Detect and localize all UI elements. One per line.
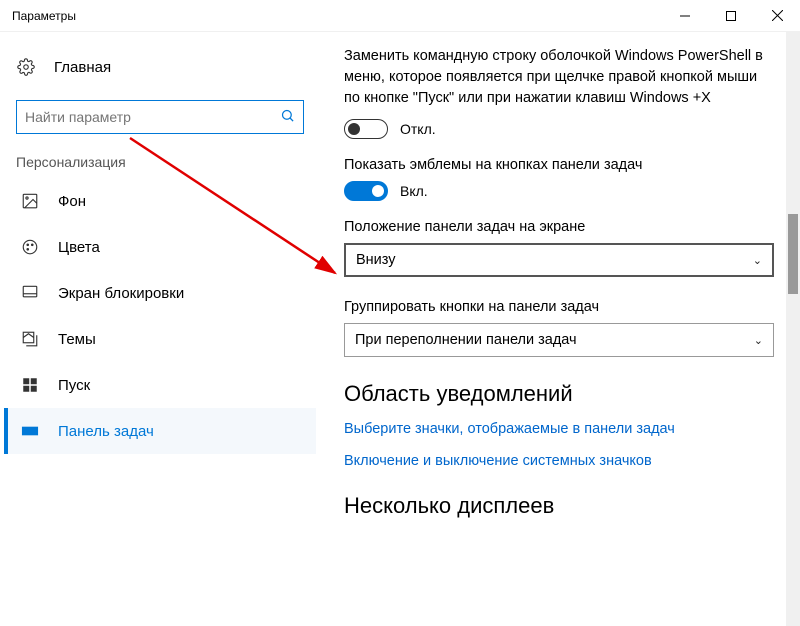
image-icon [20, 192, 40, 210]
group-value: При переполнении панели задач [355, 332, 577, 348]
start-icon [20, 376, 40, 394]
home-label: Главная [54, 59, 111, 76]
vertical-scrollbar[interactable] [786, 32, 800, 626]
powershell-toggle[interactable] [344, 119, 388, 139]
sidebar-item-label: Пуск [58, 377, 90, 394]
category-label: Персонализация [4, 154, 316, 178]
badges-label: Показать эмблемы на кнопках панели задач [344, 157, 794, 173]
sidebar-item-colors[interactable]: Цвета [4, 224, 316, 270]
scrollbar-thumb[interactable] [788, 214, 798, 294]
sidebar-item-label: Панель задач [58, 423, 154, 440]
powershell-description: Заменить командную строку оболочкой Wind… [344, 46, 774, 109]
link-system-icons[interactable]: Включение и выключение системных значков [344, 453, 794, 469]
toggle-off-label: Откл. [400, 121, 436, 137]
themes-icon [20, 330, 40, 348]
sidebar-item-label: Фон [58, 193, 86, 210]
position-label: Положение панели задач на экране [344, 219, 794, 235]
search-box[interactable] [16, 100, 304, 134]
content-area: Заменить командную строку оболочкой Wind… [320, 32, 800, 626]
gear-icon [16, 58, 36, 76]
titlebar: Параметры [0, 0, 800, 32]
chevron-down-icon: ⌄ [753, 254, 762, 267]
toggle-on-label: Вкл. [400, 183, 428, 199]
sidebar-item-lockscreen[interactable]: Экран блокировки [4, 270, 316, 316]
sidebar-item-label: Цвета [58, 239, 100, 256]
sidebar-item-label: Экран блокировки [58, 285, 184, 302]
link-select-icons[interactable]: Выберите значки, отображаемые в панели з… [344, 421, 794, 437]
sidebar-item-label: Темы [58, 331, 96, 348]
position-value: Внизу [356, 252, 396, 268]
search-icon [280, 108, 295, 126]
close-button[interactable] [754, 0, 800, 32]
search-input[interactable] [25, 109, 280, 125]
sidebar-item-themes[interactable]: Темы [4, 316, 316, 362]
palette-icon [20, 238, 40, 256]
lockscreen-icon [20, 284, 40, 302]
home-row[interactable]: Главная [4, 50, 316, 84]
maximize-button[interactable] [708, 0, 754, 32]
group-label: Группировать кнопки на панели задач [344, 299, 794, 315]
sidebar-item-taskbar[interactable]: Панель задач [4, 408, 316, 454]
multiple-displays-heading: Несколько дисплеев [344, 493, 794, 519]
position-dropdown[interactable]: Внизу ⌄ [344, 243, 774, 277]
chevron-down-icon: ⌄ [754, 334, 763, 347]
sidebar-item-start[interactable]: Пуск [4, 362, 316, 408]
sidebar: Главная Персонализация Фон Цвета Э [0, 32, 320, 626]
badges-toggle[interactable] [344, 181, 388, 201]
group-dropdown[interactable]: При переполнении панели задач ⌄ [344, 323, 774, 357]
notification-area-heading: Область уведомлений [344, 381, 794, 407]
minimize-button[interactable] [662, 0, 708, 32]
window-title: Параметры [12, 9, 76, 23]
sidebar-item-background[interactable]: Фон [4, 178, 316, 224]
taskbar-icon [20, 422, 40, 440]
window-buttons [662, 0, 800, 32]
